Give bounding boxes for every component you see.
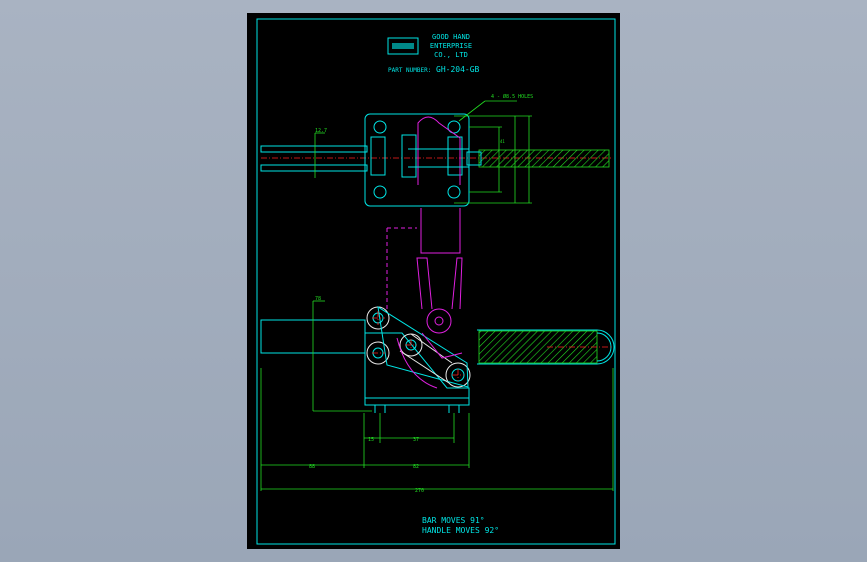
mount-hole (373, 185, 387, 199)
clamp-drawing: GOOD HAND ENTERPRISE CO., LTD PART NUMBE… (256, 18, 616, 545)
dim-12-7: 12.7 (315, 128, 327, 134)
mount-hole (447, 185, 461, 199)
top-view (260, 113, 613, 313)
motion-notes: BAR MOVES 91° HANDLE MOVES 92° (422, 516, 499, 535)
company-line-2: ENTERPRISE (430, 42, 472, 50)
dim-side: 41 (500, 139, 505, 144)
bar-moves-note: BAR MOVES 91° (422, 516, 485, 525)
part-number: GH-204-GB (436, 65, 480, 74)
company-line-1: GOOD HAND (432, 33, 470, 41)
dim-82: 82 (413, 464, 419, 470)
handle-moves-note: HANDLE MOVES 92° (422, 526, 499, 535)
drawing-sheet: GOOD HAND ENTERPRISE CO., LTD PART NUMBE… (247, 13, 620, 549)
company-line-3: CO., LTD (434, 51, 468, 59)
dim-88: 88 (309, 464, 315, 470)
base-plate (364, 113, 470, 207)
handle-grip-top (478, 149, 610, 168)
dim-holes-note: 4 - Ø8.5 HOLES (491, 93, 533, 100)
mount-hole (373, 120, 387, 134)
title-block: GOOD HAND ENTERPRISE CO., LTD PART NUMBE… (387, 33, 480, 74)
dim-78: 78 (315, 296, 321, 302)
side-dimensions: 78 15 37 88 82 270 (260, 296, 614, 494)
side-view (260, 257, 615, 413)
handle-grip-side (478, 330, 598, 364)
part-number-label: PART NUMBER: (388, 67, 431, 74)
dim-270: 270 (415, 488, 424, 494)
cad-viewport[interactable]: GOOD HAND ENTERPRISE CO., LTD PART NUMBE… (0, 0, 867, 562)
dim-37: 37 (413, 437, 419, 443)
dim-15: 15 (368, 437, 374, 443)
top-dimensions: 12.7 4 - Ø8.5 HOLES 41 (314, 93, 533, 204)
